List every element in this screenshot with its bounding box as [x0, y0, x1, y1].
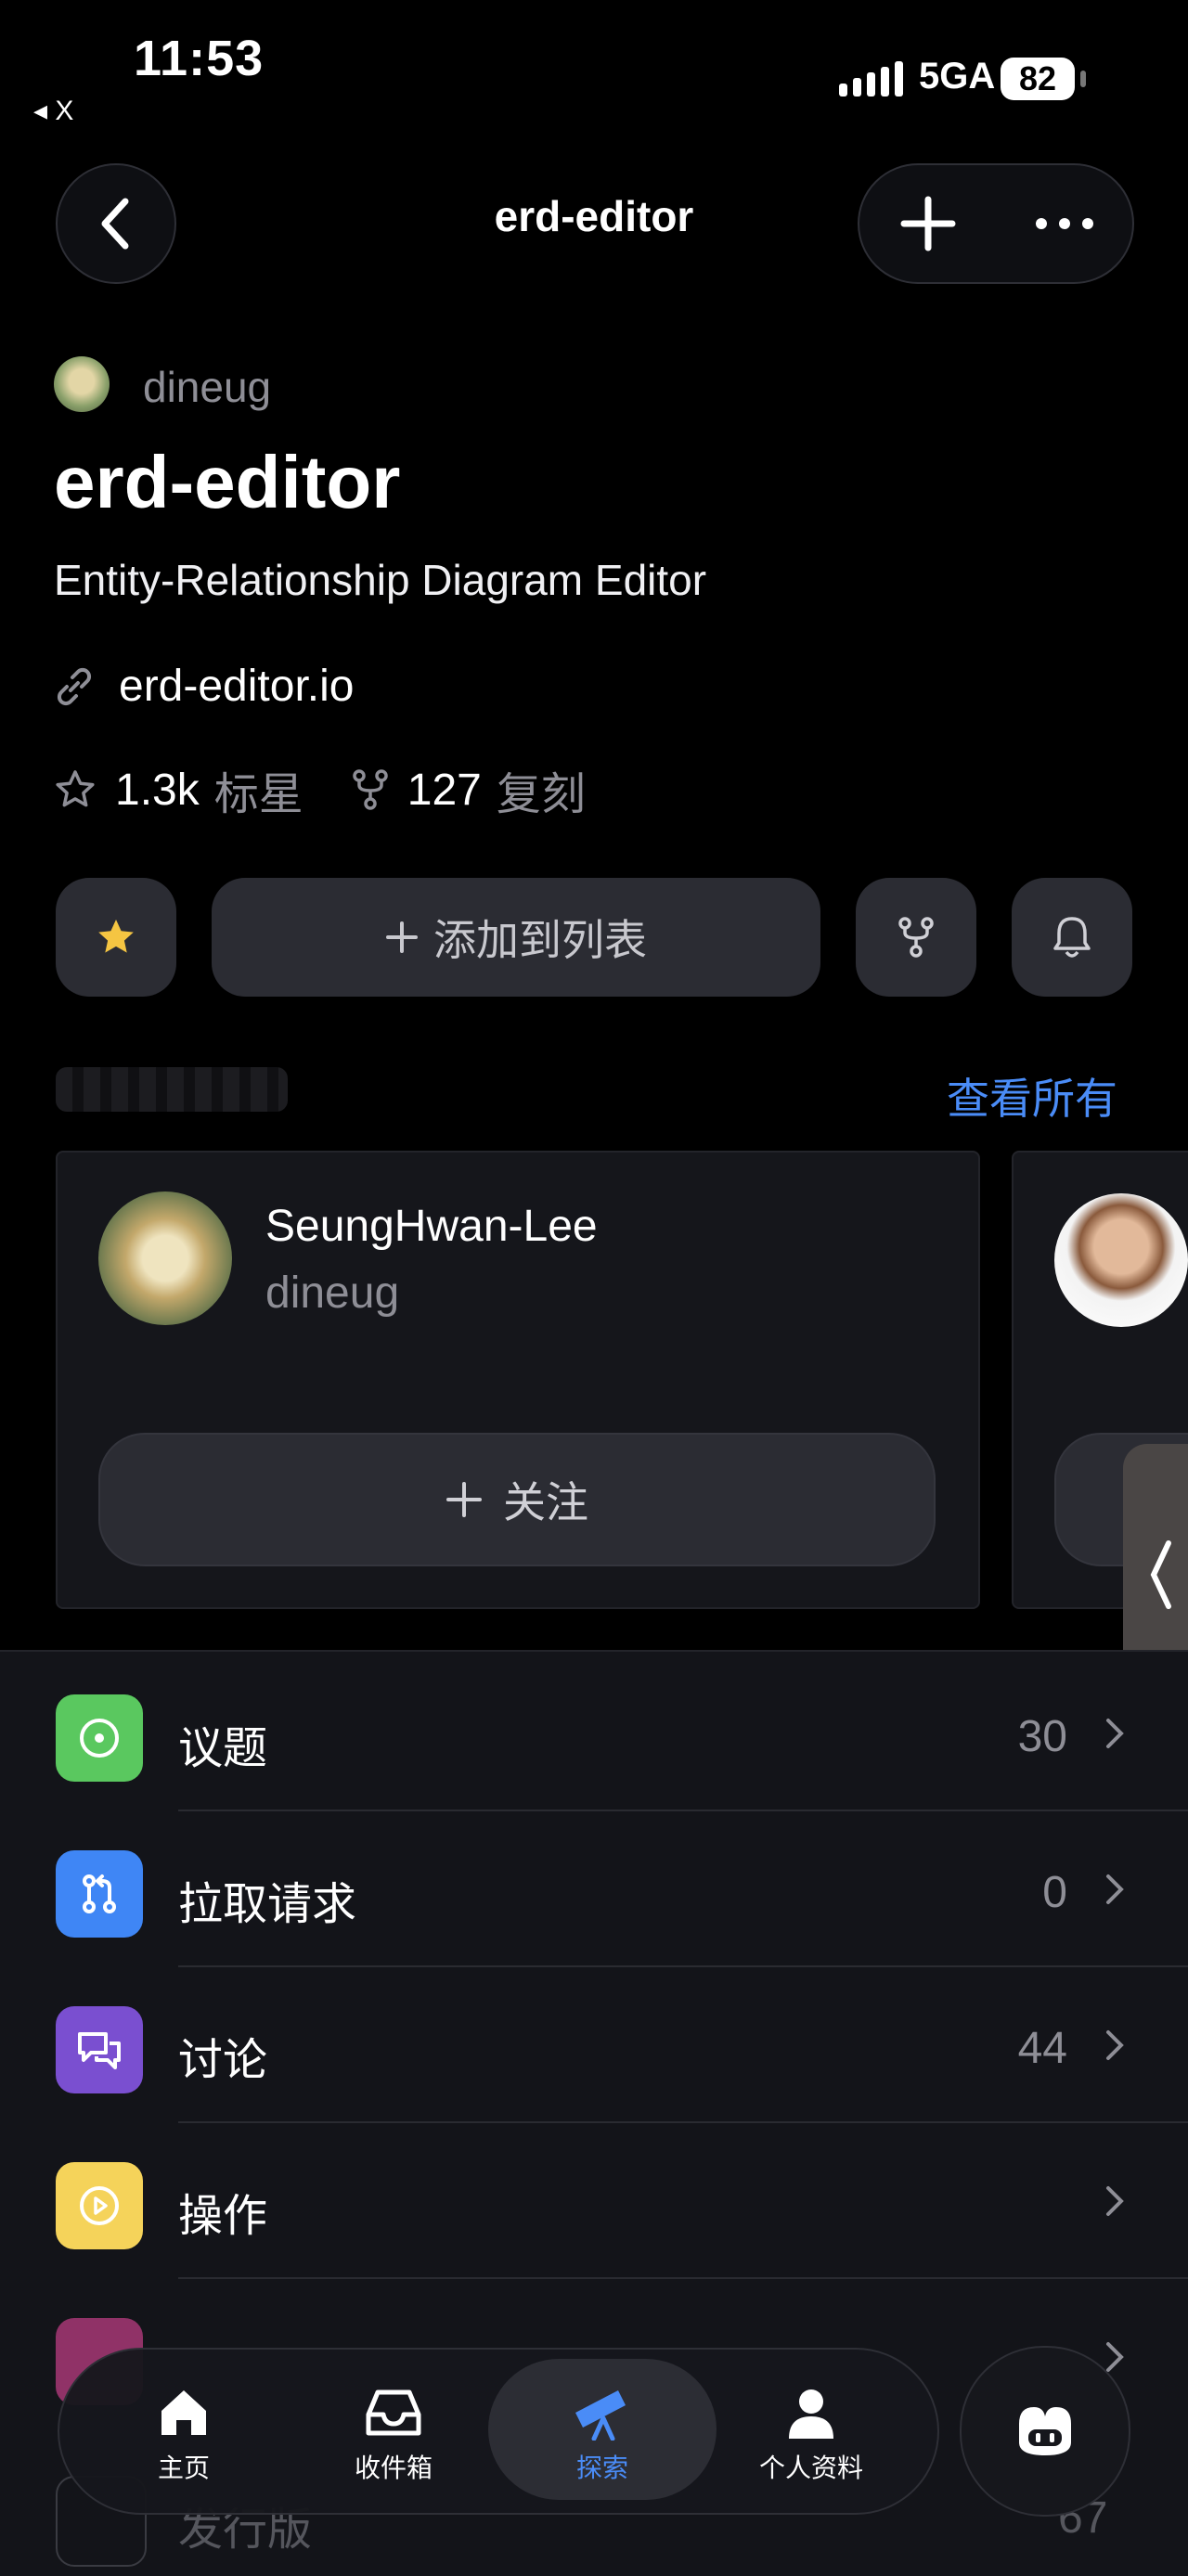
fork-icon [898, 917, 934, 958]
follow-label: 关注 [503, 1478, 588, 1526]
back-to-app-link[interactable]: ◂ X [33, 95, 73, 127]
contributor-login: dineug [265, 1269, 400, 1318]
pull-request-icon [56, 1850, 143, 1938]
star-filled-icon [98, 920, 134, 953]
add-to-list-label: 添加到列表 [433, 916, 647, 964]
menu-item-label: 拉取请求 [178, 1880, 357, 1929]
owner-name[interactable]: dineug [143, 362, 271, 412]
chevron-right-icon [1106, 2186, 1124, 2216]
copilot-button[interactable] [960, 2346, 1130, 2517]
home-icon [161, 2390, 206, 2435]
more-icon [1035, 218, 1093, 229]
fork-icon [353, 769, 388, 810]
chevron-left-icon [101, 198, 129, 250]
star-count[interactable]: 1.3k [115, 765, 200, 816]
menu-item-label: 议题 [178, 1724, 268, 1773]
menu-item-discussions[interactable]: 讨论 44 [0, 1967, 1188, 2123]
repo-link-text[interactable]: erd-editor.io [119, 661, 354, 712]
tab-profile-label: 个人资料 [758, 2454, 863, 2482]
section-title-blurred [56, 1067, 288, 1112]
tab-home-label: 主页 [157, 2454, 210, 2482]
plus-icon [386, 921, 418, 953]
tab-home[interactable]: 主页 [100, 2376, 267, 2485]
fork-button[interactable] [856, 878, 976, 997]
discussion-icon [56, 2006, 143, 2093]
chevron-right-icon [1106, 1719, 1124, 1748]
watch-button[interactable] [1012, 878, 1132, 997]
fork-count[interactable]: 127 [407, 765, 482, 816]
contributor-avatar-partial[interactable] [1054, 1193, 1188, 1327]
contributor-avatar[interactable] [98, 1191, 232, 1325]
fork-label: 复刻 [496, 770, 586, 819]
header-actions [858, 163, 1134, 284]
actions-icon [56, 2162, 143, 2249]
copilot-icon [1019, 2407, 1071, 2455]
repo-stats: 1.3k 标星 127 复刻 [54, 757, 634, 822]
battery-level: 82 [1001, 58, 1075, 100]
more-button[interactable] [996, 217, 1132, 230]
battery-cap-icon [1080, 71, 1086, 87]
add-button[interactable] [859, 196, 996, 251]
star-button[interactable] [56, 878, 176, 997]
repo-description: Entity-Relationship Diagram Editor [54, 556, 707, 604]
person-icon [789, 2389, 833, 2439]
tab-explore[interactable]: 探索 [519, 2376, 686, 2485]
link-icon [57, 667, 92, 705]
plus-icon [900, 196, 955, 251]
star-label: 标星 [213, 770, 303, 819]
menu-item-issues[interactable]: 议题 30 [0, 1655, 1188, 1811]
repo-link[interactable]: erd-editor.io [54, 661, 354, 712]
tab-profile[interactable]: 个人资料 [728, 2376, 895, 2485]
chevron-right-icon [1106, 2342, 1124, 2372]
star-outline-icon [56, 770, 95, 807]
tab-inbox-label: 收件箱 [354, 2454, 433, 2482]
tab-inbox[interactable]: 收件箱 [310, 2376, 477, 2485]
menu-item-count: 0 [1042, 1868, 1067, 1917]
chevron-right-icon [1106, 2030, 1124, 2060]
menu-item-count: 30 [1017, 1712, 1067, 1761]
issue-icon [56, 1694, 143, 1782]
plus-icon [446, 1482, 482, 1517]
page-title: erd-editor [494, 192, 694, 240]
chevron-right-icon [1106, 1874, 1124, 1904]
menu-item-label: 讨论 [178, 2036, 268, 2085]
back-button[interactable] [56, 163, 176, 284]
telescope-icon [575, 2390, 626, 2441]
status-time: 11:53 [134, 31, 265, 86]
menu-item-actions[interactable]: 操作 [0, 2123, 1188, 2279]
owner-avatar[interactable] [54, 356, 110, 412]
follow-button[interactable]: 关注 [98, 1433, 936, 1566]
view-all-link[interactable]: 查看所有 [947, 1065, 1117, 1127]
add-to-list-button[interactable]: 添加到列表 [212, 878, 820, 997]
menu-item-count: 44 [1017, 2024, 1067, 2073]
chevron-left-icon [1150, 1540, 1171, 1609]
tab-explore-label: 探索 [575, 2454, 628, 2482]
bell-icon [1053, 917, 1091, 958]
inbox-icon [366, 2389, 421, 2436]
menu-item-pull-requests[interactable]: 拉取请求 0 [0, 1811, 1188, 1967]
contributor-name[interactable]: SeungHwan-Lee [265, 1201, 598, 1252]
repo-name: erd-editor [54, 441, 401, 523]
signal-icon [839, 61, 903, 97]
menu-item-label: 操作 [178, 2192, 268, 2241]
network-type: 5GA [919, 56, 996, 97]
